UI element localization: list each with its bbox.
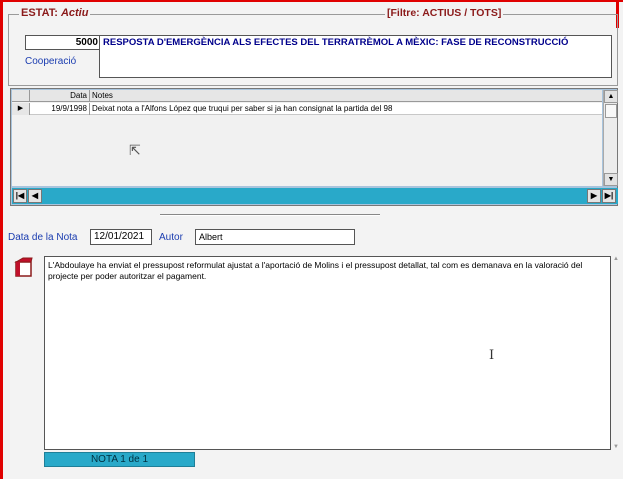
table-row[interactable]: ▶ 19/9/1998 Deixat nota a l'Alfons López… (12, 103, 602, 115)
record-navigation-bar: |◀ ◀ ▶ ▶| (12, 188, 618, 204)
mouse-pointer-icon: ⇱ (129, 142, 141, 158)
row-date-cell[interactable]: 19/9/1998 (30, 103, 90, 115)
scroll-thumb[interactable] (605, 104, 617, 118)
project-code-field[interactable]: 5000 (25, 35, 103, 50)
column-header-date[interactable]: Data (30, 90, 90, 102)
status-value: Actiu (60, 7, 89, 19)
grid-header: Data Notes (12, 90, 602, 102)
text-cursor-icon: I (489, 348, 495, 363)
section-divider (160, 214, 380, 216)
notes-grid: Data Notes ▶ 19/9/1998 Deixat nota a l'A… (10, 88, 618, 206)
note-scroll-up-icon[interactable]: ▲ (613, 256, 619, 262)
note-book-icon[interactable] (14, 257, 34, 277)
author-label: Autor (159, 232, 183, 243)
column-header-notes[interactable]: Notes (92, 90, 113, 102)
previous-record-button[interactable]: ◀ (28, 189, 42, 203)
next-record-button[interactable]: ▶ (587, 189, 601, 203)
project-header-group: ESTAT: Actiu [Filtre: ACTIUS / TOTS] 500… (8, 7, 618, 86)
scroll-down-icon[interactable]: ▼ (604, 173, 618, 186)
status-prefix: ESTAT: (21, 7, 61, 19)
author-field[interactable]: Albert (195, 229, 355, 245)
row-selector-icon[interactable]: ▶ (12, 103, 30, 115)
category-label: Cooperació (25, 56, 77, 67)
note-body-textarea[interactable]: L'Abdoulaye ha enviat el pressupost refo… (44, 256, 611, 450)
project-title-field[interactable]: RESPOSTA D'EMERGÈNCIA ALS EFECTES DEL TE… (99, 35, 612, 78)
status-label: ESTAT: Actiu (19, 7, 91, 19)
scroll-up-icon[interactable]: ▲ (604, 90, 618, 103)
note-date-field[interactable]: 12/01/2021 (90, 229, 152, 245)
grid-body: Data Notes ▶ 19/9/1998 Deixat nota a l'A… (12, 90, 602, 186)
note-scrollbar[interactable]: ▲ ▼ (613, 256, 619, 450)
filter-toggle[interactable]: [Filtre: ACTIUS / TOTS] (385, 7, 504, 19)
note-counter: NOTA 1 de 1 (44, 452, 195, 467)
last-record-button[interactable]: ▶| (602, 189, 616, 203)
first-record-button[interactable]: |◀ (13, 189, 27, 203)
note-date-label: Data de la Nota (8, 232, 78, 243)
header-selector-cell (12, 90, 30, 102)
row-note-cell[interactable]: Deixat nota a l'Alfons López que truqui … (92, 103, 392, 115)
grid-vertical-scrollbar[interactable]: ▲ ▼ (603, 90, 618, 186)
note-scroll-down-icon[interactable]: ▼ (613, 444, 619, 450)
